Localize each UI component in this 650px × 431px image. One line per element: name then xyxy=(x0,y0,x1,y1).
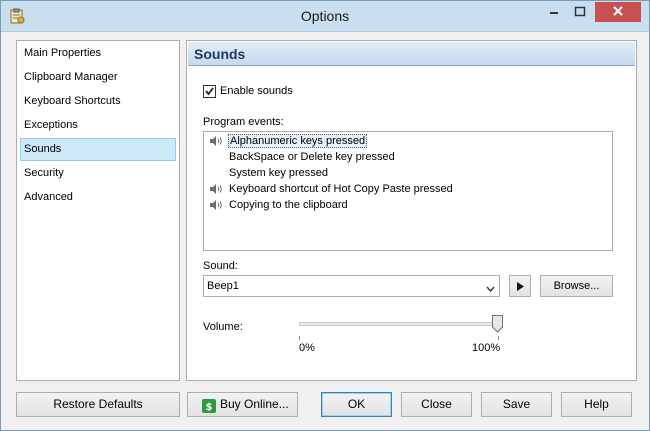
speaker-icon xyxy=(209,199,223,211)
close-window-button[interactable] xyxy=(595,2,641,22)
program-events-list[interactable]: Alphanumeric keys pressed BackSpace or D… xyxy=(203,131,613,251)
sound-label: Sound: xyxy=(203,260,238,272)
program-events-label: Program events: xyxy=(203,116,284,128)
sidebar-item-sounds[interactable]: Sounds xyxy=(20,138,176,161)
volume-label: Volume: xyxy=(203,321,243,333)
event-label: Alphanumeric keys pressed xyxy=(228,134,368,148)
maximize-button[interactable] xyxy=(567,2,593,22)
sidebar-item-main-properties[interactable]: Main Properties xyxy=(20,42,176,65)
speaker-icon xyxy=(209,135,223,147)
volume-slider-thumb[interactable] xyxy=(492,315,503,333)
event-label: Copying to the clipboard xyxy=(229,199,348,211)
options-window: Options Main Properties Clipboard Manage… xyxy=(0,0,650,431)
category-list: Main Properties Clipboard Manager Keyboa… xyxy=(16,40,180,381)
event-label: BackSpace or Delete key pressed xyxy=(229,151,395,163)
save-button[interactable]: Save xyxy=(481,392,552,417)
play-sound-button[interactable] xyxy=(509,275,531,297)
minimize-button[interactable] xyxy=(541,2,567,22)
title-bar[interactable]: Options xyxy=(1,1,649,32)
enable-sounds-label: Enable sounds xyxy=(220,85,293,97)
ok-button[interactable]: OK xyxy=(321,392,392,417)
buy-online-label: Buy Online... xyxy=(220,397,289,411)
sidebar-item-advanced[interactable]: Advanced xyxy=(20,186,176,209)
sidebar-item-clipboard-manager[interactable]: Clipboard Manager xyxy=(20,66,176,89)
svg-text:$: $ xyxy=(206,402,213,413)
event-label: Keyboard shortcut of Hot Copy Paste pres… xyxy=(229,183,453,195)
enable-sounds-checkbox[interactable] xyxy=(203,85,216,98)
list-item[interactable]: System key pressed xyxy=(204,165,612,181)
help-button[interactable]: Help xyxy=(561,392,632,417)
event-label: System key pressed xyxy=(229,167,329,179)
sidebar-item-security[interactable]: Security xyxy=(20,162,176,185)
sidebar-item-keyboard-shortcuts[interactable]: Keyboard Shortcuts xyxy=(20,90,176,113)
close-button[interactable]: Close xyxy=(401,392,472,417)
list-item[interactable]: Keyboard shortcut of Hot Copy Paste pres… xyxy=(204,181,612,197)
volume-slider-track[interactable] xyxy=(299,322,499,326)
checkmark-icon xyxy=(205,87,214,96)
sounds-panel: Sounds Enable sounds Program events: Alp… xyxy=(186,40,637,381)
panel-header: Sounds xyxy=(188,42,635,66)
sidebar-item-exceptions[interactable]: Exceptions xyxy=(20,114,176,137)
volume-tick-max xyxy=(498,336,499,340)
list-item[interactable]: BackSpace or Delete key pressed xyxy=(204,149,612,165)
dollar-icon: $ xyxy=(202,398,216,413)
volume-min-label: 0% xyxy=(299,342,315,354)
sound-select-value: Beep1 xyxy=(207,280,239,292)
sound-select[interactable]: Beep1 xyxy=(203,275,500,297)
volume-max-label: 100% xyxy=(472,342,501,354)
browse-button[interactable]: Browse... xyxy=(540,275,613,297)
speaker-icon xyxy=(209,183,223,195)
panel-title: Sounds xyxy=(194,46,246,62)
list-item[interactable]: Copying to the clipboard xyxy=(204,197,612,213)
volume-tick-min xyxy=(299,336,300,340)
list-item[interactable]: Alphanumeric keys pressed xyxy=(204,133,612,149)
play-icon xyxy=(517,282,524,291)
restore-defaults-button[interactable]: Restore Defaults xyxy=(16,392,180,417)
chevron-down-icon xyxy=(486,283,495,295)
buy-online-button[interactable]: $ Buy Online... xyxy=(187,392,298,417)
